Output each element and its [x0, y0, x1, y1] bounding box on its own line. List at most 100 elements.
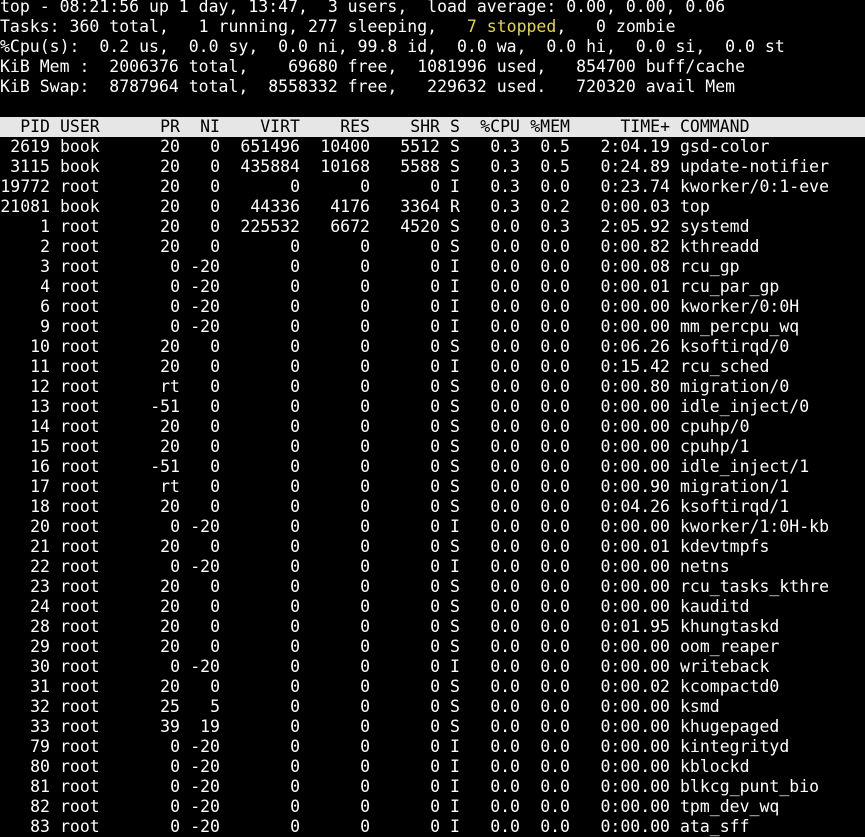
cell-pid: 11	[30, 357, 50, 376]
cell-mem: 0.0	[540, 457, 570, 476]
column-gap	[220, 617, 230, 637]
terminal-window[interactable]: top - 08:21:56 up 1 day, 13:47, 3 users,…	[0, 0, 865, 837]
cell-res: 0	[360, 797, 370, 816]
cell-shr: 0	[430, 657, 440, 676]
cell-cpu: 0.0	[490, 317, 520, 336]
cell-state: I	[450, 797, 460, 816]
cell-shr: 0	[430, 557, 440, 576]
column-gap	[440, 137, 450, 157]
column-gap	[300, 257, 310, 277]
cell-time: 0:00.01	[600, 277, 670, 296]
cell-command: systemd	[680, 217, 750, 236]
column-gap	[370, 437, 380, 457]
cell-cpu: 0.0	[490, 757, 520, 776]
cell-pid: 29	[30, 637, 50, 656]
cell-pid: 23	[30, 577, 50, 596]
cell-command: kworker/0:1-eve	[680, 177, 830, 196]
cell-command: kintegrityd	[680, 737, 790, 756]
cell-pid: 28	[30, 617, 50, 636]
column-gap	[520, 817, 530, 837]
cell-user: root	[60, 737, 100, 756]
cell-state: I	[450, 757, 460, 776]
column-gap	[220, 217, 230, 237]
column-gap	[370, 617, 380, 637]
cell-user: root	[60, 437, 100, 456]
column-gap	[50, 737, 60, 757]
column-gap	[370, 477, 380, 497]
cell-virt: 0	[290, 257, 300, 276]
column-gap	[300, 317, 310, 337]
cell-user: root	[60, 657, 100, 676]
cell-user: root	[60, 717, 100, 736]
column-gap	[300, 737, 310, 757]
column-gap	[370, 797, 380, 817]
column-gap	[220, 457, 230, 477]
column-gap	[440, 777, 450, 797]
cell-command: idle_inject/0	[680, 397, 810, 416]
cell-mem: 0.0	[540, 637, 570, 656]
cell-res: 0	[360, 437, 370, 456]
column-gap	[300, 677, 310, 697]
column-gap	[140, 737, 150, 757]
cell-time: 0:00.00	[600, 577, 670, 596]
column-gap	[570, 217, 580, 237]
column-gap	[180, 617, 190, 637]
cell-virt: 0	[290, 337, 300, 356]
cell-res: 0	[360, 677, 370, 696]
column-gap	[50, 137, 60, 157]
column-gap	[370, 817, 380, 837]
column-gap	[460, 497, 470, 517]
column-gap	[460, 277, 470, 297]
column-gap	[570, 437, 580, 457]
cell-res: 0	[360, 497, 370, 516]
column-gap	[440, 617, 450, 637]
cell-state: I	[450, 817, 460, 836]
column-gap	[140, 377, 150, 397]
cell-shr: 5512	[400, 137, 440, 156]
column-gap	[670, 177, 680, 197]
column-gap	[50, 637, 60, 657]
cell-res: 0	[360, 417, 370, 436]
cell-pid: 18	[30, 497, 50, 516]
process-row: 4 root 0 -20 0 0 0 I 0.0 0.0 0:00.01 rcu…	[0, 277, 865, 297]
cell-mem: 0.0	[540, 757, 570, 776]
cell-command: rcu_gp	[680, 257, 740, 276]
cell-pr: 0	[170, 297, 180, 316]
cell-mem: 0.0	[540, 237, 570, 256]
column-gap	[370, 717, 380, 737]
process-row: 16 root -51 0 0 0 0 S 0.0 0.0 0:00.00 id…	[0, 457, 865, 477]
cell-ni: -20	[190, 277, 220, 296]
cell-command: kdevtmpfs	[680, 537, 770, 556]
cpu-usage-line: %Cpu(s): 0.2 us, 0.0 sy, 0.0 ni, 99.8 id…	[0, 37, 785, 56]
column-gap	[460, 317, 470, 337]
cell-ni: 19	[200, 717, 220, 736]
cell-shr: 0	[430, 737, 440, 756]
cell-res: 0	[360, 317, 370, 336]
column-gap	[370, 337, 380, 357]
tasks-stopped-label: stopped	[486, 17, 557, 36]
process-row: 11 root 20 0 0 0 0 I 0.0 0.0 0:15.42 rcu…	[0, 357, 865, 377]
cell-cpu: 0.0	[490, 597, 520, 616]
column-gap	[140, 757, 150, 777]
column-gap	[180, 557, 190, 577]
column-gap	[180, 777, 190, 797]
cell-shr: 0	[430, 637, 440, 656]
column-gap	[300, 617, 310, 637]
column-gap	[140, 817, 150, 837]
cell-command: cpuhp/1	[680, 437, 750, 456]
column-header-user: USER	[60, 117, 100, 136]
cell-user: root	[60, 237, 100, 256]
column-gap	[220, 317, 230, 337]
column-gap	[570, 137, 580, 157]
cell-ni: -20	[190, 297, 220, 316]
cell-virt: 0	[290, 377, 300, 396]
column-gap	[180, 237, 190, 257]
cell-time: 0:00.00	[600, 757, 670, 776]
column-gap	[440, 797, 450, 817]
cell-pr: 0	[170, 317, 180, 336]
column-gap	[300, 557, 310, 577]
cell-user: root	[60, 537, 100, 556]
column-gap	[220, 437, 230, 457]
column-gap	[50, 197, 60, 217]
cell-shr: 0	[430, 177, 440, 196]
